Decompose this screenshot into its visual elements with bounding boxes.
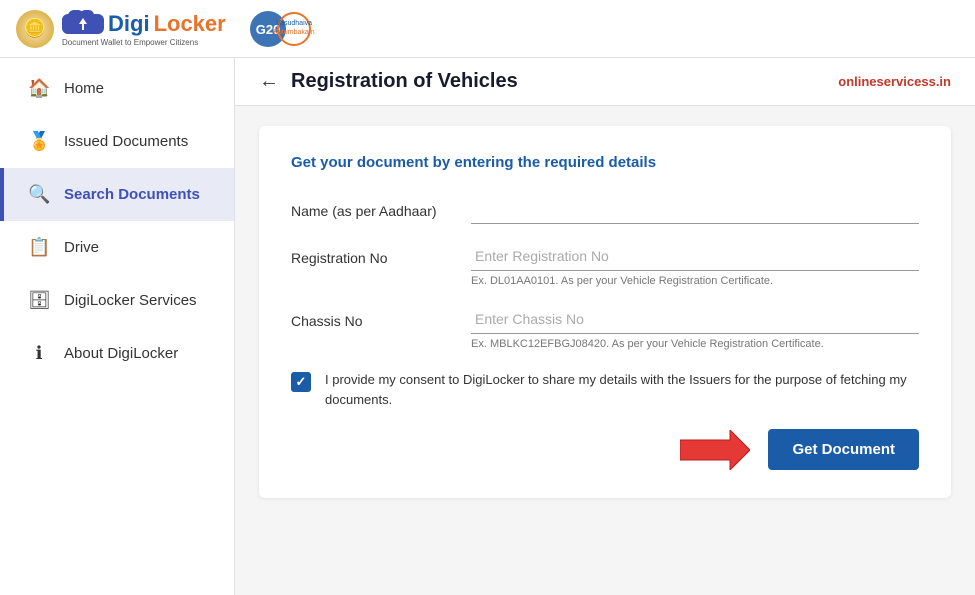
registration-no-input[interactable] <box>471 242 919 271</box>
sidebar-label-home: Home <box>64 80 104 97</box>
external-link[interactable]: onlineservicess.in <box>838 74 951 89</box>
name-field-row: Name (as per Aadhaar) <box>291 195 919 224</box>
search-icon: 🔍 <box>28 184 50 205</box>
chassis-no-label: Chassis No <box>291 305 471 329</box>
registration-no-field-row: Registration No Ex. DL01AA0101. As per y… <box>291 242 919 287</box>
sidebar-label-drive: Drive <box>64 239 99 256</box>
sidebar-item-drive[interactable]: 📋 Drive <box>0 221 234 274</box>
consent-text: I provide my consent to DigiLocker to sh… <box>325 370 919 409</box>
chassis-no-field-row: Chassis No Ex. MBLKC12EFBGJ08420. As per… <box>291 305 919 350</box>
name-input[interactable] <box>471 195 919 224</box>
sidebar-item-digilocker-services[interactable]: 🗄 DigiLocker Services <box>0 274 234 327</box>
registration-no-label: Registration No <box>291 242 471 266</box>
main-content: ← Registration of Vehicles onlineservice… <box>235 58 975 595</box>
issued-docs-icon: 🏅 <box>28 131 50 152</box>
g20-logo-svg: G20 Vasudhaiva Kutumbakam <box>248 10 316 48</box>
consent-row: I provide my consent to DigiLocker to sh… <box>291 370 919 409</box>
bottom-row: Get Document <box>291 429 919 470</box>
page-title: Registration of Vehicles <box>291 70 518 93</box>
registration-no-field: Ex. DL01AA0101. As per your Vehicle Regi… <box>471 242 919 287</box>
topbar: ← Registration of Vehicles onlineservice… <box>235 58 975 106</box>
sidebar-label-services: DigiLocker Services <box>64 292 197 309</box>
sidebar-label-about: About DigiLocker <box>64 345 178 362</box>
chassis-no-hint: Ex. MBLKC12EFBGJ08420. As per your Vehic… <box>471 338 919 350</box>
get-document-button[interactable]: Get Document <box>768 429 919 470</box>
emblem-icon: 🪙 <box>16 10 54 48</box>
svg-text:Kutumbakam: Kutumbakam <box>273 29 314 36</box>
topbar-left: ← Registration of Vehicles <box>259 70 518 93</box>
sidebar-label-issued-documents: Issued Documents <box>64 133 188 150</box>
services-icon: 🗄 <box>28 290 50 311</box>
home-icon: 🏠 <box>28 78 50 99</box>
sidebar-item-search-documents[interactable]: 🔍 Search Documents <box>0 168 234 221</box>
sidebar-item-issued-documents[interactable]: 🏅 Issued Documents <box>0 115 234 168</box>
drive-icon: 📋 <box>28 237 50 258</box>
about-icon: ℹ <box>28 343 50 364</box>
svg-text:Vasudhaiva: Vasudhaiva <box>276 20 312 27</box>
form-subtitle: Get your document by entering the requir… <box>291 154 919 171</box>
logo-digi-text: Digi <box>108 11 150 37</box>
name-label: Name (as per Aadhaar) <box>291 195 471 219</box>
logo-locker-text: Locker <box>154 11 226 37</box>
chassis-no-input[interactable] <box>471 305 919 334</box>
sidebar-item-about-digilocker[interactable]: ℹ About DigiLocker <box>0 327 234 380</box>
consent-checkbox[interactable] <box>291 372 311 392</box>
sidebar-item-home[interactable]: 🏠 Home <box>0 62 234 115</box>
layout: 🏠 Home 🏅 Issued Documents 🔍 Search Docum… <box>0 58 975 595</box>
header-logo: 🪙 DigiLocker Document Wallet to Empower … <box>16 10 316 48</box>
form-card: Get your document by entering the requir… <box>259 126 951 498</box>
sidebar: 🏠 Home 🏅 Issued Documents 🔍 Search Docum… <box>0 58 235 595</box>
g20-logo: G20 Vasudhaiva Kutumbakam <box>248 10 316 48</box>
arrow-indicator <box>680 430 750 470</box>
red-arrow-icon <box>680 430 750 470</box>
back-button[interactable]: ← <box>259 70 279 93</box>
sidebar-label-search-documents: Search Documents <box>64 186 200 203</box>
name-field <box>471 195 919 224</box>
registration-no-hint: Ex. DL01AA0101. As per your Vehicle Regi… <box>471 275 919 287</box>
logo-tagline: Document Wallet to Empower Citizens <box>62 38 198 47</box>
chassis-no-field: Ex. MBLKC12EFBGJ08420. As per your Vehic… <box>471 305 919 350</box>
cloud-logo-icon <box>62 10 104 38</box>
digilocker-logo: DigiLocker Document Wallet to Empower Ci… <box>62 10 226 47</box>
header: 🪙 DigiLocker Document Wallet to Empower … <box>0 0 975 58</box>
